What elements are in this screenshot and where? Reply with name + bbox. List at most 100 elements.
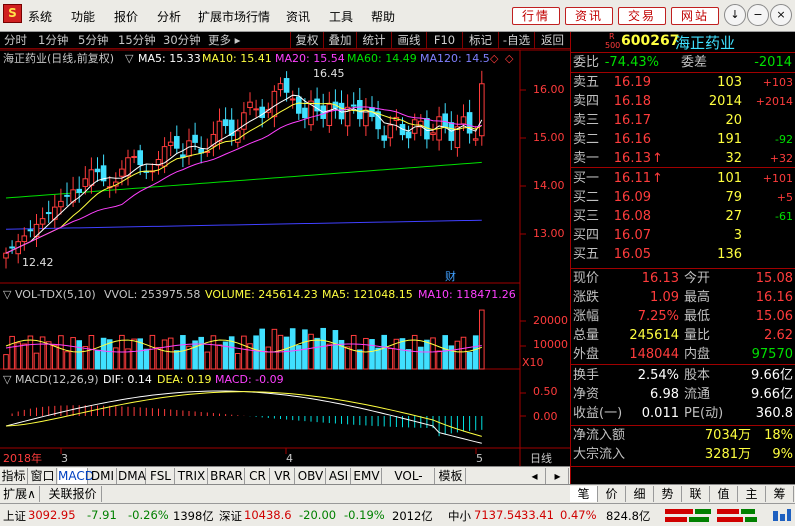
minimize-button[interactable]: − [747,4,769,26]
stats-label: 最低 [684,309,711,324]
sell-row[interactable]: 卖二 16.16 191 -92 [571,131,795,148]
connection-icon[interactable] [772,509,792,523]
quote-button[interactable]: 行情 [512,7,560,25]
right-tab[interactable]: 笔 [570,486,598,502]
expand-button[interactable]: 扩展∧ [0,486,40,502]
tab-dma[interactable]: DMA [118,468,146,484]
tab-窗口[interactable]: 窗口 [29,468,57,484]
buy-row[interactable]: 买二 16.09 79 +5 [571,189,795,206]
statistics-button[interactable]: 统计 [356,32,391,49]
sz-index[interactable]: 10438.6 [244,508,292,522]
buy-row[interactable]: 买三 16.08 27 -61 [571,208,795,225]
right-tab[interactable]: 主 [738,486,766,502]
flow-pct: 18% [764,428,793,443]
sell-label: 卖四 [573,94,600,109]
kline-chart-canvas[interactable] [0,49,570,466]
period-15min[interactable]: 15分钟 [118,32,156,49]
period-30min[interactable]: 30分钟 [163,32,201,49]
sell-row[interactable]: 卖四 16.18 2014 +2014 [571,93,795,110]
buy-change: -61 [775,210,793,223]
right-tab[interactable]: 筹 [766,486,794,502]
tab-指标[interactable]: 指标 [0,468,28,484]
zx-index[interactable]: 7137.54 [474,508,522,522]
menu-system[interactable]: 系统 [28,8,52,25]
sell-row[interactable]: 卖三 16.17 20 [571,112,795,129]
sell-price: 16.16 [613,132,651,147]
tab-asi[interactable]: ASI [327,468,351,484]
buy-label: 买三 [573,209,600,224]
menu-extended-market[interactable]: 扩展市场行情 [198,8,270,25]
adjust-button[interactable]: 复权 [290,32,323,49]
candle-down [192,134,198,143]
period-timeshare[interactable]: 分时 [4,32,27,49]
menu-tools[interactable]: 工具 [329,8,353,25]
related-quote-tab[interactable]: 关联报价 [44,486,102,502]
menu-quote[interactable]: 报价 [114,8,138,25]
period-more[interactable]: 更多 ▸ [208,32,240,49]
quote-panel: R 500 600267 海正药业 委比 -74.43% 委差 -2014 卖五… [570,32,795,484]
tab-dmi[interactable]: DMI [89,468,117,484]
news-button[interactable]: 资讯 [565,7,613,25]
stats-row: 涨跌 1.09 最高 16.16 [571,289,795,306]
volume-bar [375,347,381,370]
overlay-button[interactable]: 叠加 [323,32,356,49]
website-button[interactable]: 网站 [671,7,719,25]
tab-vol-tdx[interactable]: VOL-TDX [383,468,435,499]
right-tab[interactable]: 值 [710,486,738,502]
indicator-tabs: 指标 窗口 MACD DMI DMA FSL TRIX BRAR CR VR OBV ASI EMV VO… [0,466,570,499]
tab-brar[interactable]: BRAR [209,468,245,484]
tab-cr[interactable]: CR [246,468,270,484]
menu-analysis[interactable]: 分析 [157,8,181,25]
buy-price: 16.08 [613,209,651,224]
right-tab[interactable]: 联 [682,486,710,502]
tab-模板[interactable]: 模板 [436,468,466,484]
volume-bar [332,330,339,370]
period-5min[interactable]: 5分钟 [78,32,108,49]
menu-news[interactable]: 资讯 [286,8,310,25]
back-button[interactable]: 返回 [534,32,570,49]
dropdown-window-button[interactable]: ↓ [724,4,746,26]
sell-row[interactable]: 卖一 16.13 ↑ 32 +32 [571,150,795,167]
sell-price: 16.17 [613,113,651,128]
tab-scroll-right-icon[interactable]: ▸ [547,468,569,484]
f10-button[interactable]: F10 [426,32,462,49]
tab-vr[interactable]: VR [271,468,295,484]
stats-value: 148044 [629,347,679,362]
right-tab[interactable]: 细 [626,486,654,502]
tab-trix[interactable]: TRIX [176,468,208,484]
tab-scroll-left-icon[interactable]: ◂ [524,468,546,484]
right-tab[interactable]: 势 [654,486,682,502]
candle-up [277,83,284,91]
close-button[interactable]: × [770,4,792,26]
tab-macd[interactable]: MACD [58,468,94,484]
flow-row: 净流入额 7034万 18% [571,427,795,444]
volume-bar [363,337,369,370]
trade-button[interactable]: 交易 [618,7,666,25]
buy-price: 16.07 [613,228,651,243]
stats2-row: 收益(一) 0.011 PE(动) 360.8 [571,405,795,422]
sell-row[interactable]: 卖五 16.19 103 +103 [571,74,795,91]
sell-volume: 2014 [708,94,742,109]
menu-help[interactable]: 帮助 [371,8,395,25]
tab-fsl[interactable]: FSL [147,468,175,484]
sell-change: +103 [762,76,793,89]
tab-obv[interactable]: OBV [296,468,326,484]
menu-function[interactable]: 功能 [71,8,95,25]
right-tab[interactable]: 价 [598,486,626,502]
buy-row[interactable]: 买四 16.07 3 [571,227,795,244]
candle-down [174,136,180,149]
sh-index[interactable]: 3092.95 [28,508,76,522]
draw-line-button[interactable]: 画线 [391,32,426,49]
tab-emv[interactable]: EMV [352,468,382,484]
volume-bar [241,335,247,370]
volume-bar [149,334,156,370]
period-1min[interactable]: 1分钟 [38,32,68,49]
add-watchlist-button[interactable]: -自选 [498,32,534,49]
mark-button[interactable]: 标记 [462,32,498,49]
buy-row[interactable]: 买一 16.11 ↑ 101 +101 [571,170,795,187]
volume-bar [357,349,363,370]
volume-bar [27,335,34,370]
buy-row[interactable]: 买五 16.05 136 [571,246,795,263]
volume-bar [454,340,461,370]
volume-bar [320,327,326,370]
